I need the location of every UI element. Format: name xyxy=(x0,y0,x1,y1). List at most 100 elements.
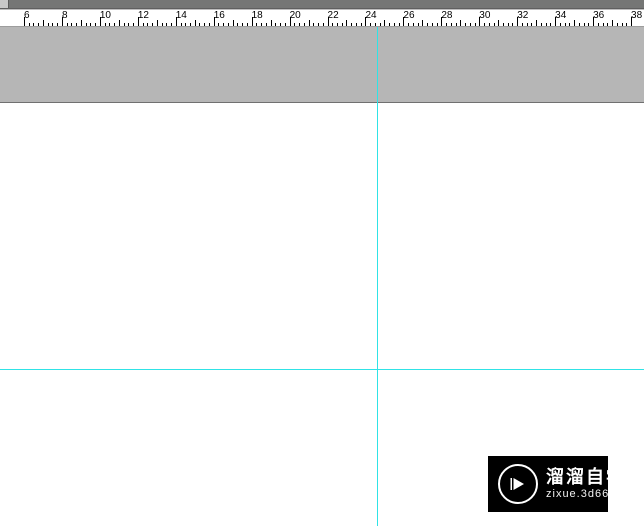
ruler-tick-minor xyxy=(394,23,395,26)
ruler-tick-minor xyxy=(57,23,58,26)
horizontal-ruler[interactable]: 68101214161820222426283032343638 xyxy=(0,9,644,27)
ruler-tick-minor xyxy=(285,23,286,26)
ruler-tick-minor xyxy=(399,23,400,26)
ruler-tick-minor xyxy=(228,23,229,26)
ruler-tick-minor xyxy=(147,23,148,26)
ruler-label: 8 xyxy=(62,11,68,21)
ruler-tick-minor xyxy=(133,23,134,26)
ruler-tick-minor xyxy=(565,23,566,26)
ruler-tick-minor xyxy=(48,23,49,26)
ruler-tick-minor xyxy=(242,23,243,26)
ruler-tick-minor xyxy=(437,23,438,26)
ruler-tick-minor xyxy=(413,23,414,26)
ruler-tick-minor xyxy=(522,23,523,26)
ruler-tick-half xyxy=(574,20,575,26)
ruler-tick-minor xyxy=(261,23,262,26)
ruler-tick-minor xyxy=(622,23,623,26)
ruler-tick-minor xyxy=(370,23,371,26)
ruler-tick-minor xyxy=(199,23,200,26)
ruler-tick-half xyxy=(612,20,613,26)
ruler-tick-minor xyxy=(603,23,604,26)
watermark-text: 溜溜自学 zixue.3d66.com xyxy=(546,468,637,500)
ruler-tick-minor xyxy=(380,23,381,26)
ruler-tick-half xyxy=(346,20,347,26)
ruler-tick-minor xyxy=(598,23,599,26)
ruler-tick-minor xyxy=(237,23,238,26)
ruler-tick-minor xyxy=(38,23,39,26)
ruler-tick-minor xyxy=(76,23,77,26)
ruler-tick-minor xyxy=(109,23,110,26)
ruler-label: 38 xyxy=(631,11,642,21)
ruler-tick-minor xyxy=(408,23,409,26)
ruler-tick-minor xyxy=(114,23,115,26)
ruler-tick-minor xyxy=(617,23,618,26)
ruler-tick-minor xyxy=(503,23,504,26)
ruler-tick-minor xyxy=(181,23,182,26)
ruler-tick-minor xyxy=(29,23,30,26)
ruler-tick-minor xyxy=(313,23,314,26)
ruler-tick-minor xyxy=(512,23,513,26)
ruler-label: 34 xyxy=(555,11,566,21)
ruler-label: 24 xyxy=(365,11,376,21)
ruler-label: 6 xyxy=(24,11,30,21)
ruler-tick-minor xyxy=(607,23,608,26)
ruler-tick-minor xyxy=(124,23,125,26)
ruler-tick-minor xyxy=(584,23,585,26)
ruler-tick-minor xyxy=(71,23,72,26)
ruler-tick-minor xyxy=(280,23,281,26)
ruler-tick-minor xyxy=(128,23,129,26)
ruler-tick-minor xyxy=(256,23,257,26)
ruler-tick-half xyxy=(195,20,196,26)
ruler-tick-minor xyxy=(361,23,362,26)
ruler-tick-minor xyxy=(299,23,300,26)
ruler-tick-minor xyxy=(579,23,580,26)
ruler-tick-minor xyxy=(465,23,466,26)
ruler-tick-minor xyxy=(204,23,205,26)
ruler-tick-minor xyxy=(527,23,528,26)
ruler-tick-half xyxy=(271,20,272,26)
ruler-tick-minor xyxy=(508,23,509,26)
ruler-tick-minor xyxy=(446,23,447,26)
ruler-tick-half xyxy=(309,20,310,26)
ruler-tick-half xyxy=(81,20,82,26)
ruler-tick-half xyxy=(43,20,44,26)
ruler-tick-minor xyxy=(304,23,305,26)
ruler-label: 10 xyxy=(100,11,111,21)
tab-indicator[interactable] xyxy=(0,0,9,8)
ruler-tick-minor xyxy=(105,23,106,26)
ruler-tick-minor xyxy=(67,23,68,26)
editor-viewport: 68101214161820222426283032343638 溜溜自学 zi… xyxy=(0,0,644,526)
ruler-tick-minor xyxy=(342,23,343,26)
ruler-tick-minor xyxy=(171,23,172,26)
ruler-tick-minor xyxy=(33,23,34,26)
ruler-tick-minor xyxy=(247,23,248,26)
ruler-tick-minor xyxy=(560,23,561,26)
ruler-tick-minor xyxy=(451,23,452,26)
ruler-label: 14 xyxy=(176,11,187,21)
ruler-tick-minor xyxy=(323,23,324,26)
ruler-label: 18 xyxy=(252,11,263,21)
ruler-tick-minor xyxy=(166,23,167,26)
watermark-logo xyxy=(498,464,538,504)
ruler-tick-minor xyxy=(427,23,428,26)
ruler-tick-minor xyxy=(626,23,627,26)
ruler-tick-minor xyxy=(550,23,551,26)
ruler-tick-minor xyxy=(337,23,338,26)
ruler-tick-minor xyxy=(294,23,295,26)
ruler-tick-half xyxy=(384,20,385,26)
ruler-tick-minor xyxy=(95,23,96,26)
ruler-tick-minor xyxy=(162,23,163,26)
ruler-tick-half xyxy=(498,20,499,26)
ruler-label: 28 xyxy=(441,11,452,21)
ruler-tick-minor xyxy=(275,23,276,26)
ruler-tick-minor xyxy=(456,23,457,26)
ruler-tick-minor xyxy=(351,23,352,26)
ruler-tick-half xyxy=(422,20,423,26)
ruler-tick-minor xyxy=(569,23,570,26)
play-icon xyxy=(509,475,527,493)
ruler-label: 30 xyxy=(479,11,490,21)
ruler-label: 22 xyxy=(328,11,339,21)
ruler-tick-minor xyxy=(494,23,495,26)
ruler-tick-minor xyxy=(541,23,542,26)
watermark-overlay: 溜溜自学 zixue.3d66.com xyxy=(488,456,608,512)
